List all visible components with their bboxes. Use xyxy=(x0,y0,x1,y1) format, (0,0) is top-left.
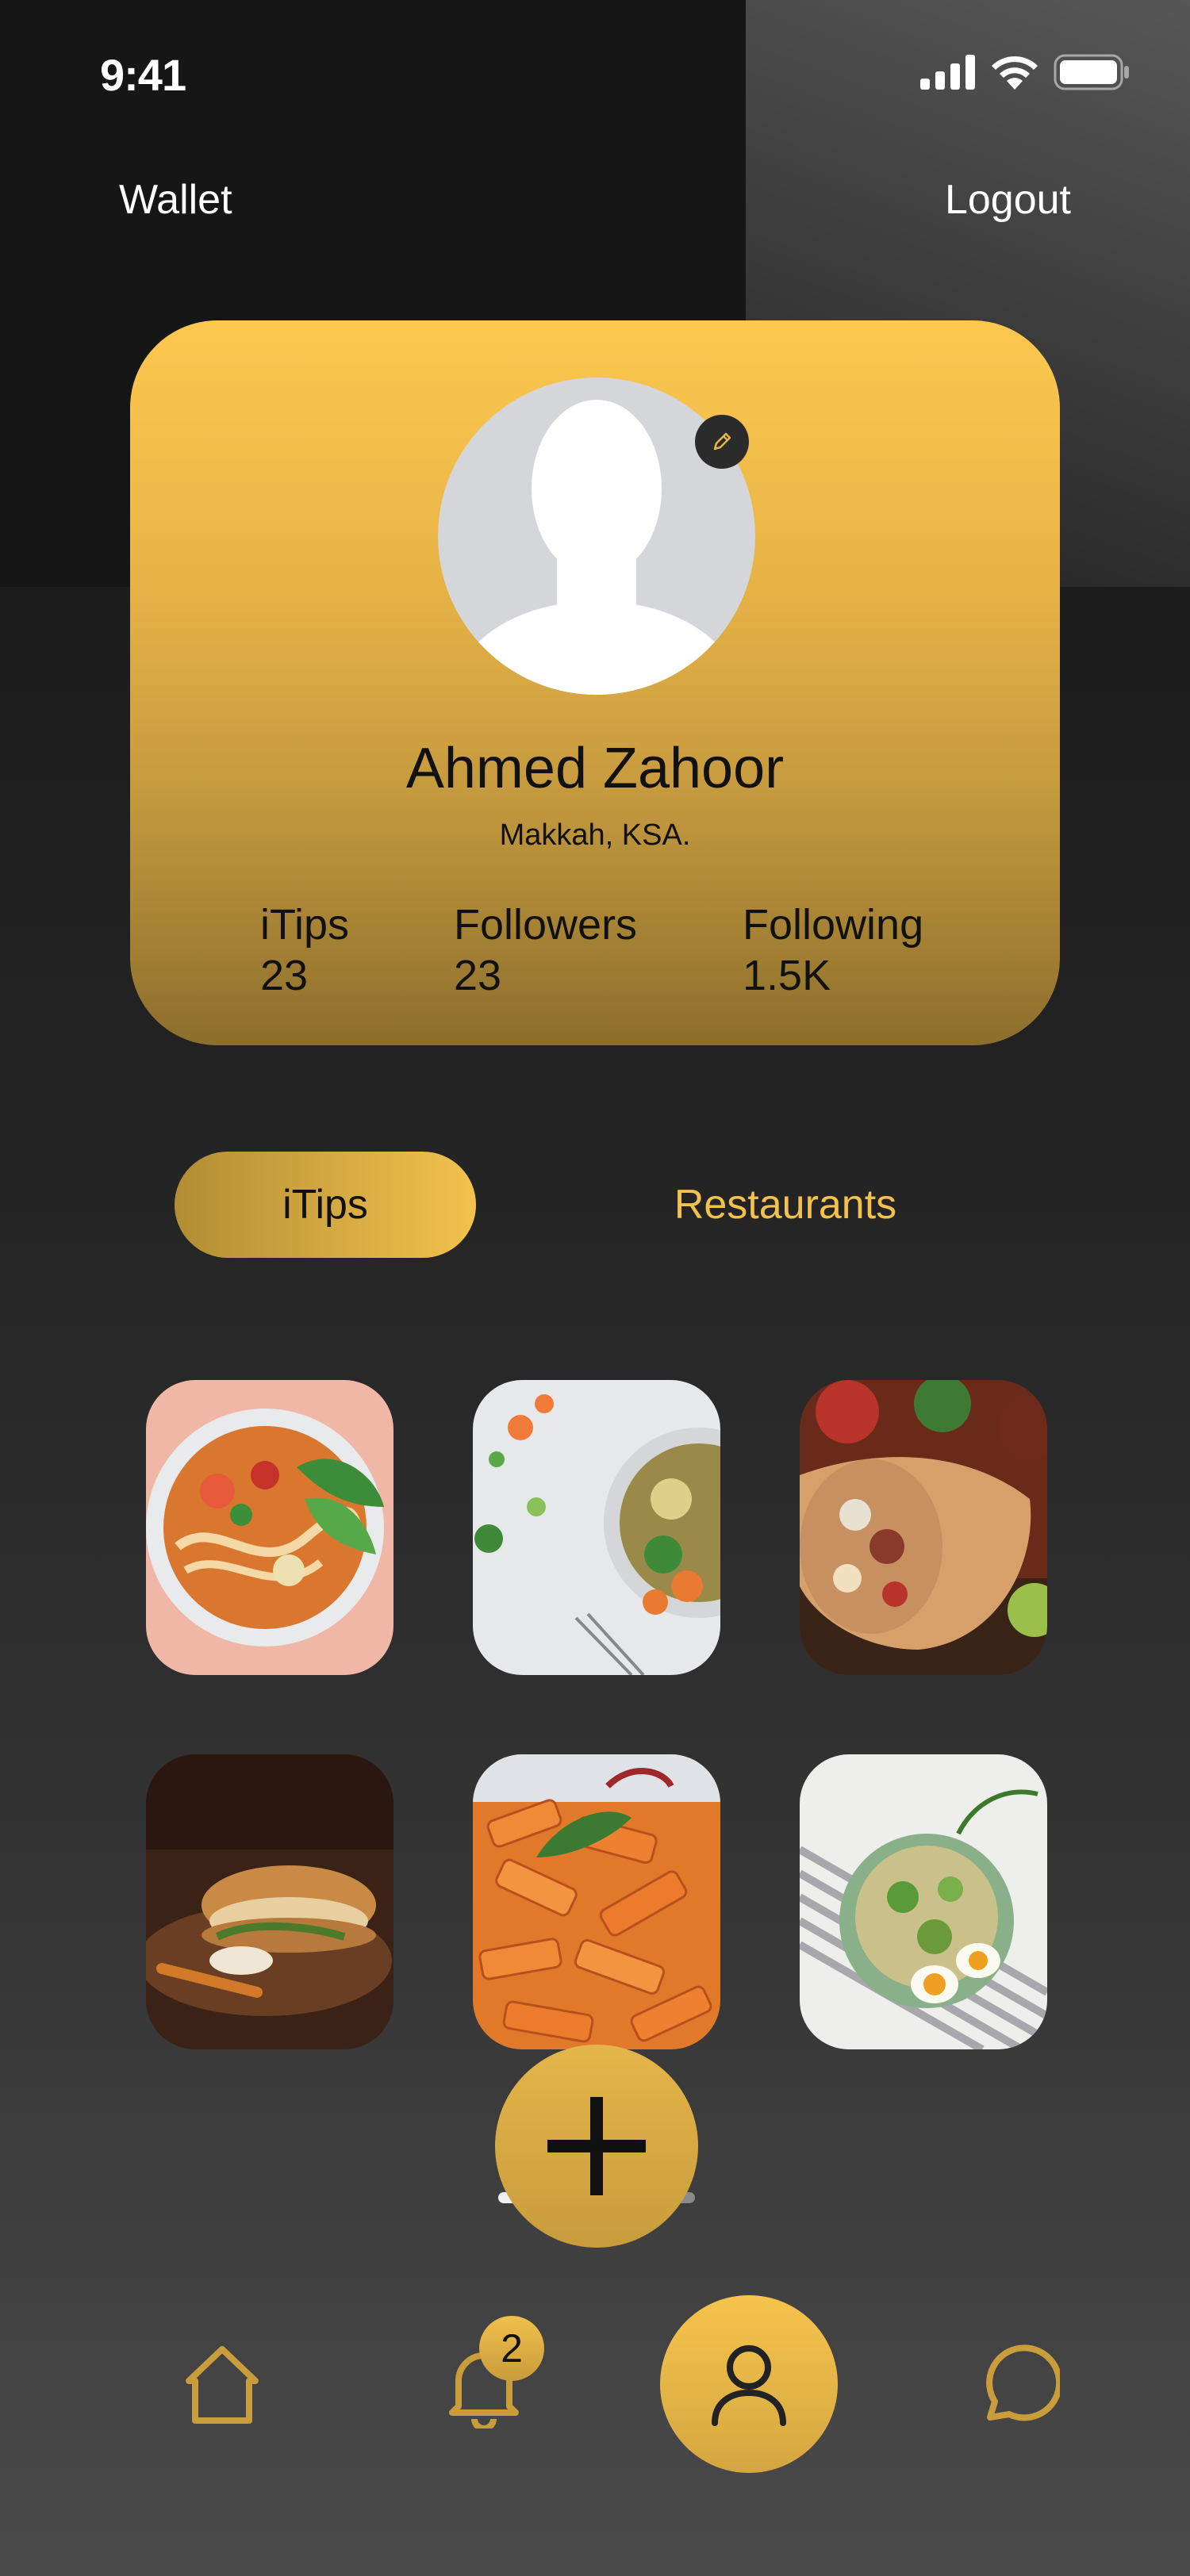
post-tile-noodle-soup[interactable] xyxy=(146,1380,393,1675)
stat-label: Following xyxy=(743,901,924,949)
vegetable-salad-bowl-photo xyxy=(473,1380,720,1675)
stat-followers[interactable]: Followers 23 xyxy=(454,899,637,1001)
post-tile-burrito[interactable] xyxy=(800,1380,1047,1675)
sandwich-board-photo xyxy=(146,1754,393,2049)
notification-badge: 2 xyxy=(479,2316,544,2381)
tab-restaurants[interactable]: Restaurants xyxy=(603,1152,968,1258)
plus-icon xyxy=(547,2097,646,2195)
signal-icon xyxy=(920,55,975,90)
profile-name: Ahmed Zahoor xyxy=(405,737,785,800)
stat-following[interactable]: Following 1.5K xyxy=(743,899,923,1001)
nav-profile[interactable] xyxy=(660,2295,838,2473)
post-tile-vegetable-salad[interactable] xyxy=(473,1380,720,1675)
add-tip-button[interactable] xyxy=(495,2045,698,2248)
home-icon xyxy=(186,2346,259,2424)
edit-avatar-button[interactable] xyxy=(695,415,749,469)
stat-value: 23 xyxy=(454,952,502,999)
wallet-link[interactable]: Wallet xyxy=(119,176,232,224)
penne-pasta-photo xyxy=(473,1754,720,2049)
stat-label: Followers xyxy=(454,901,638,949)
stat-value: 1.5K xyxy=(743,952,831,999)
pencil-icon xyxy=(713,432,731,450)
logout-link[interactable]: Logout xyxy=(945,176,1071,224)
wifi-icon xyxy=(992,56,1038,90)
battery-icon xyxy=(1054,54,1129,90)
burrito-wrap-photo xyxy=(800,1380,1047,1675)
stat-value: 23 xyxy=(260,952,309,999)
nav-chat[interactable] xyxy=(973,2340,1061,2428)
noodle-soup-photo xyxy=(146,1380,393,1675)
post-tile-penne-pasta[interactable] xyxy=(473,1754,720,2049)
chat-icon xyxy=(986,2344,1060,2421)
egg-salad-bowl-photo xyxy=(800,1754,1047,2049)
tab-itips[interactable]: iTips xyxy=(175,1152,476,1258)
status-time: 9:41 xyxy=(100,50,186,100)
status-icons xyxy=(920,54,1130,90)
profile-icon xyxy=(712,2345,786,2426)
post-tile-egg-salad[interactable] xyxy=(800,1754,1047,2049)
stat-itips[interactable]: iTips 23 xyxy=(260,899,349,1001)
post-tile-sandwich[interactable] xyxy=(146,1754,393,2049)
nav-home[interactable] xyxy=(178,2340,267,2428)
profile-location: Makkah, KSA. xyxy=(499,818,691,852)
stat-label: iTips xyxy=(260,901,350,949)
